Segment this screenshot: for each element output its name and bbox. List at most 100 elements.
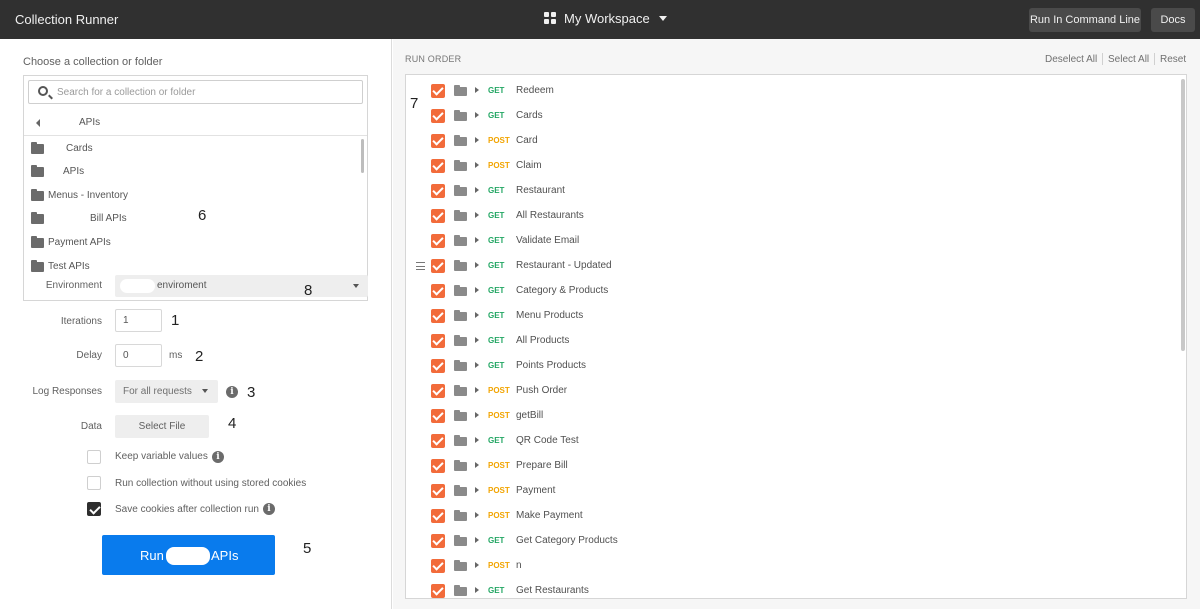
expand-icon[interactable] xyxy=(475,537,479,543)
request-checkbox[interactable] xyxy=(431,259,445,273)
folder-icon xyxy=(454,110,467,121)
request-checkbox[interactable] xyxy=(431,159,445,173)
expand-icon[interactable] xyxy=(475,362,479,368)
request-row[interactable]: GET All Restaurants xyxy=(406,204,1176,229)
request-row[interactable]: GET Restaurant - Updated xyxy=(406,254,1176,279)
annotation-8: 8 xyxy=(304,282,313,299)
expand-icon[interactable] xyxy=(475,287,479,293)
request-row[interactable]: GET QR Code Test xyxy=(406,429,1176,454)
expand-icon[interactable] xyxy=(475,137,479,143)
request-row[interactable]: GET Restaurant xyxy=(406,179,1176,204)
request-row[interactable]: POST getBill xyxy=(406,404,1176,429)
collection-search-input[interactable] xyxy=(57,83,357,101)
expand-icon[interactable] xyxy=(475,87,479,93)
environment-select[interactable]: enviroment xyxy=(115,275,368,297)
request-checkbox[interactable] xyxy=(431,84,445,98)
request-checkbox[interactable] xyxy=(431,184,445,198)
request-row[interactable]: POST n xyxy=(406,554,1176,579)
iterations-input[interactable] xyxy=(115,309,162,332)
request-checkbox[interactable] xyxy=(431,434,445,448)
request-row[interactable]: POST Make Payment xyxy=(406,504,1176,529)
expand-icon[interactable] xyxy=(475,412,479,418)
expand-icon[interactable] xyxy=(475,337,479,343)
request-checkbox[interactable] xyxy=(431,459,445,473)
log-responses-select[interactable]: For all requests xyxy=(115,380,218,403)
select-all-link[interactable]: Select All xyxy=(1108,54,1149,65)
request-checkbox[interactable] xyxy=(431,384,445,398)
request-checkbox[interactable] xyxy=(431,109,445,123)
folder-item[interactable]: APIs xyxy=(24,160,357,183)
folder-icon xyxy=(454,185,467,196)
expand-icon[interactable] xyxy=(475,312,479,318)
expand-icon[interactable] xyxy=(475,387,479,393)
expand-icon[interactable] xyxy=(475,262,479,268)
request-checkbox[interactable] xyxy=(431,534,445,548)
request-row[interactable]: POST Push Order xyxy=(406,379,1176,404)
choose-collection-label: Choose a collection or folder xyxy=(23,56,163,68)
request-checkbox[interactable] xyxy=(431,209,445,223)
request-checkbox[interactable] xyxy=(431,509,445,523)
request-checkbox[interactable] xyxy=(431,359,445,373)
save-cookies-checkbox[interactable] xyxy=(87,502,101,516)
reset-link[interactable]: Reset xyxy=(1160,54,1186,65)
request-checkbox[interactable] xyxy=(431,234,445,248)
expand-icon[interactable] xyxy=(475,562,479,568)
drag-handle-icon[interactable] xyxy=(416,262,425,270)
expand-icon[interactable] xyxy=(475,462,479,468)
request-row[interactable]: GET Get Restaurants xyxy=(406,579,1176,598)
request-checkbox[interactable] xyxy=(431,409,445,423)
request-row[interactable]: POST Payment xyxy=(406,479,1176,504)
request-row[interactable]: GET Validate Email xyxy=(406,229,1176,254)
expand-icon[interactable] xyxy=(475,162,479,168)
docs-button[interactable]: Docs xyxy=(1151,8,1195,32)
info-icon[interactable]: i xyxy=(263,503,275,515)
info-icon[interactable]: i xyxy=(212,451,224,463)
folder-item[interactable]: Bill APIs xyxy=(24,207,357,230)
request-row[interactable]: GET Menu Products xyxy=(406,304,1176,329)
request-row[interactable]: GET Category & Products xyxy=(406,279,1176,304)
deselect-all-link[interactable]: Deselect All xyxy=(1045,54,1097,65)
request-list-scrollbar[interactable] xyxy=(1181,79,1185,351)
request-checkbox[interactable] xyxy=(431,334,445,348)
run-in-command-line-button[interactable]: Run In Command Line xyxy=(1029,8,1141,32)
expand-icon[interactable] xyxy=(475,487,479,493)
request-row[interactable]: GET Cards xyxy=(406,104,1176,129)
request-checkbox[interactable] xyxy=(431,284,445,298)
expand-icon[interactable] xyxy=(475,512,479,518)
request-checkbox[interactable] xyxy=(431,484,445,498)
expand-icon[interactable] xyxy=(475,237,479,243)
request-checkbox[interactable] xyxy=(431,559,445,573)
folder-item[interactable]: Cards xyxy=(24,137,357,160)
delay-input[interactable] xyxy=(115,344,162,367)
request-row[interactable]: GET All Products xyxy=(406,329,1176,354)
collection-search[interactable] xyxy=(28,80,363,104)
request-row[interactable]: GET Get Category Products xyxy=(406,529,1176,554)
expand-icon[interactable] xyxy=(475,587,479,593)
request-row[interactable]: POST Prepare Bill xyxy=(406,454,1176,479)
no-stored-cookies-checkbox[interactable] xyxy=(87,476,101,490)
expand-icon[interactable] xyxy=(475,437,479,443)
run-collection-button[interactable]: Run APIs xyxy=(102,535,275,575)
annotation-5: 5 xyxy=(303,540,312,557)
keep-variable-values-checkbox[interactable] xyxy=(87,450,101,464)
folder-item[interactable]: Menus - Inventory xyxy=(24,184,357,207)
request-checkbox[interactable] xyxy=(431,309,445,323)
folder-item[interactable]: Payment APIs xyxy=(24,231,357,254)
select-file-button[interactable]: Select File xyxy=(115,415,209,438)
request-row[interactable]: GET Points Products xyxy=(406,354,1176,379)
request-checkbox[interactable] xyxy=(431,584,445,598)
request-row[interactable]: POST Card xyxy=(406,129,1176,154)
info-icon[interactable]: i xyxy=(226,386,238,398)
request-name: Menu Products xyxy=(516,310,584,321)
annotation-4: 4 xyxy=(228,415,237,432)
expand-icon[interactable] xyxy=(475,112,479,118)
request-row[interactable]: GET Redeem xyxy=(406,79,1176,104)
request-row[interactable]: POST Claim xyxy=(406,154,1176,179)
expand-icon[interactable] xyxy=(475,187,479,193)
picker-breadcrumb[interactable]: APIs xyxy=(24,110,367,136)
expand-icon[interactable] xyxy=(475,212,479,218)
request-checkbox[interactable] xyxy=(431,134,445,148)
workspace-switcher[interactable]: My Workspace xyxy=(544,11,667,26)
back-arrow-icon[interactable] xyxy=(36,119,40,127)
folder-list-scrollbar[interactable] xyxy=(361,139,364,173)
